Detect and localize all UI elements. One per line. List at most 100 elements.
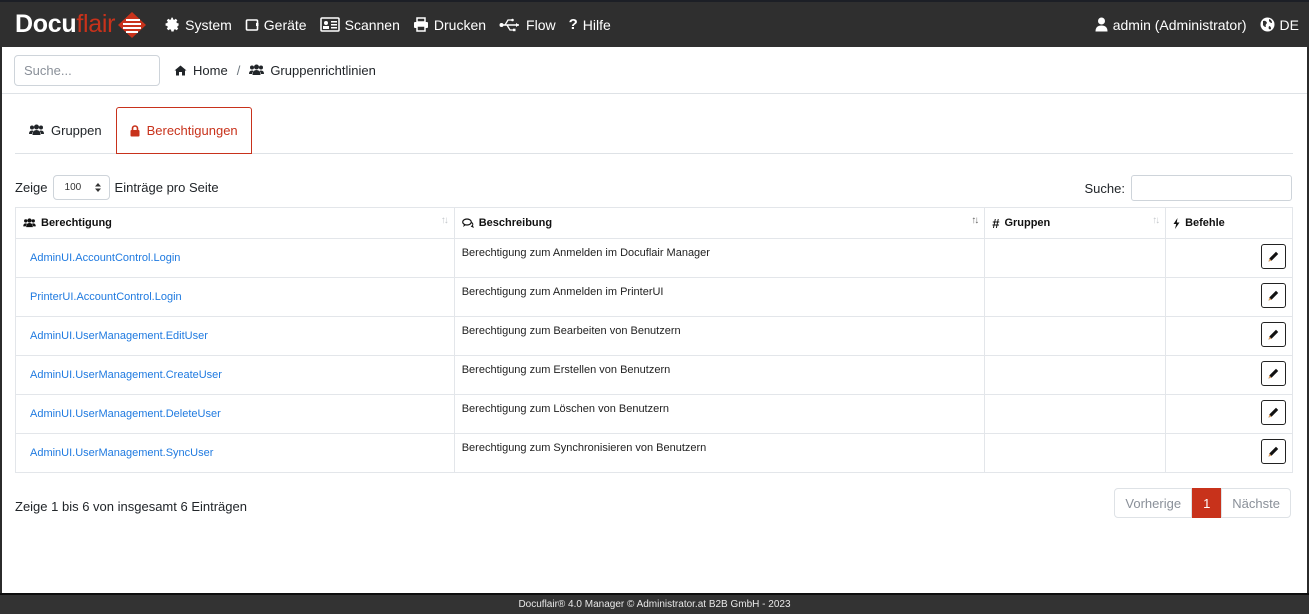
edit-button[interactable] bbox=[1261, 283, 1286, 308]
question-icon: ? bbox=[568, 16, 578, 33]
table-row: AdminUI.UserManagement.EditUser Berechti… bbox=[15, 316, 1293, 356]
column-header-description-label: Beschreibung bbox=[478, 217, 553, 229]
groups-cell bbox=[984, 316, 1167, 356]
sort-icon: ↑↓ bbox=[971, 215, 979, 226]
column-header-actions: Befehle bbox=[1165, 207, 1293, 239]
edit-button[interactable] bbox=[1261, 322, 1286, 347]
description-cell: Berechtigung zum Synchronisieren von Ben… bbox=[453, 433, 986, 473]
description-cell: Berechtigung zum Anmelden im PrinterUI bbox=[453, 277, 986, 317]
nav-help[interactable]: ? Hilfe bbox=[569, 16, 611, 33]
column-header-description[interactable]: Beschreibung ↑↓ bbox=[453, 207, 986, 239]
pencil-icon bbox=[1268, 251, 1279, 262]
pagination-page-1[interactable]: 1 bbox=[1192, 488, 1222, 518]
nav-devices[interactable]: Geräte bbox=[245, 17, 307, 33]
permission-cell: AdminUI.UserManagement.DeleteUser bbox=[15, 394, 455, 434]
tab-permissions-label: Berechtigungen bbox=[146, 123, 238, 138]
actions-cell bbox=[1165, 355, 1293, 395]
permissions-table: Berechtigung ↑↓ Beschreibung ↑↓ # Gruppe… bbox=[15, 207, 1293, 473]
permission-link[interactable]: AdminUI.UserManagement.CreateUser bbox=[30, 369, 222, 381]
tab-bar: Gruppen Berechtigungen bbox=[15, 107, 1293, 154]
actions-cell bbox=[1165, 238, 1293, 278]
users-icon bbox=[29, 124, 44, 135]
page-length-value: 100 bbox=[64, 182, 82, 193]
edit-button[interactable] bbox=[1261, 361, 1286, 386]
description-cell: Berechtigung zum Löschen von Benutzern bbox=[453, 394, 986, 434]
actions-cell bbox=[1165, 277, 1293, 317]
brand-logo[interactable]: Docu flair bbox=[15, 10, 147, 39]
gear-icon bbox=[165, 17, 179, 32]
user-menu[interactable]: admin (Administrator) bbox=[1095, 17, 1247, 33]
page-length-control: Zeige 100 Einträge pro Seite bbox=[15, 175, 219, 200]
global-search-input[interactable] bbox=[14, 54, 160, 86]
top-navbar: Docu flair System Geräte Scannen Drucken … bbox=[0, 0, 1309, 47]
docuflair-diamond-icon bbox=[118, 11, 147, 38]
breadcrumb-current: Gruppenrichtlinien bbox=[249, 63, 376, 78]
tab-groups[interactable]: Gruppen bbox=[15, 107, 116, 153]
permission-link[interactable]: AdminUI.UserManagement.DeleteUser bbox=[30, 408, 221, 420]
device-icon bbox=[245, 18, 259, 31]
printer-icon bbox=[413, 17, 428, 32]
main-panel: Home / Gruppenrichtlinien Gruppen Berech… bbox=[2, 47, 1307, 593]
column-header-actions-label: Befehle bbox=[1185, 217, 1225, 229]
hash-icon: # bbox=[992, 215, 1000, 231]
pencil-icon bbox=[1268, 290, 1279, 301]
column-header-permission[interactable]: Berechtigung ↑↓ bbox=[15, 207, 455, 239]
column-header-groups[interactable]: # Gruppen ↑↓ bbox=[984, 207, 1167, 239]
table-search-input[interactable] bbox=[1131, 175, 1292, 201]
pencil-icon bbox=[1268, 329, 1279, 340]
nav-system[interactable]: System bbox=[165, 17, 232, 33]
pencil-icon bbox=[1268, 407, 1279, 418]
permission-cell: AdminUI.UserManagement.CreateUser bbox=[15, 355, 455, 395]
brand-text-flair: flair bbox=[76, 10, 116, 38]
tab-permissions[interactable]: Berechtigungen bbox=[115, 107, 252, 154]
description-cell: Berechtigung zum Bearbeiten von Benutzer… bbox=[453, 316, 986, 356]
actions-cell bbox=[1165, 433, 1293, 473]
table-search-label: Suche: bbox=[1084, 180, 1125, 196]
page-length-select[interactable]: 100 bbox=[52, 175, 110, 200]
permission-link[interactable]: PrinterUI.AccountControl.Login bbox=[30, 291, 182, 303]
edit-button[interactable] bbox=[1261, 439, 1286, 464]
bolt-icon bbox=[1173, 217, 1180, 229]
permission-cell: AdminUI.UserManagement.SyncUser bbox=[15, 433, 455, 473]
column-header-permission-label: Berechtigung bbox=[41, 217, 112, 229]
permission-link[interactable]: AdminUI.UserManagement.SyncUser bbox=[30, 447, 213, 459]
footer-text: Docuflair® 4.0 Manager © Administrator.a… bbox=[518, 599, 791, 610]
permission-link[interactable]: AdminUI.UserManagement.EditUser bbox=[30, 330, 208, 342]
groups-cell bbox=[984, 355, 1167, 395]
permission-cell: AdminUI.AccountControl.Login bbox=[15, 238, 455, 278]
user-icon bbox=[1095, 17, 1108, 32]
select-arrows-icon bbox=[94, 183, 101, 192]
nav-scan[interactable]: Scannen bbox=[319, 17, 400, 33]
groups-cell bbox=[984, 238, 1167, 278]
pagination-previous[interactable]: Vorherige bbox=[1114, 488, 1193, 518]
pagination-next[interactable]: Nächste bbox=[1221, 488, 1291, 518]
table-info: Zeige 1 bis 6 von insgesamt 6 Einträgen bbox=[15, 499, 247, 514]
edit-button[interactable] bbox=[1261, 400, 1286, 425]
pencil-icon bbox=[1268, 368, 1279, 379]
tab-groups-label: Gruppen bbox=[51, 122, 102, 138]
table-row: AdminUI.UserManagement.SyncUser Berechti… bbox=[15, 433, 1293, 473]
table-row: AdminUI.AccountControl.Login Berechtigun… bbox=[15, 238, 1293, 278]
permission-link[interactable]: AdminUI.AccountControl.Login bbox=[30, 252, 180, 264]
brand-text-docu: Docu bbox=[15, 10, 77, 38]
nav-flow[interactable]: Flow bbox=[499, 17, 556, 33]
top-bar: Home / Gruppenrichtlinien bbox=[2, 47, 1307, 94]
column-header-groups-label: Gruppen bbox=[1004, 217, 1051, 229]
table-row: AdminUI.UserManagement.DeleteUser Berech… bbox=[15, 394, 1293, 434]
description-cell: Berechtigung zum Erstellen von Benutzern bbox=[453, 355, 986, 395]
nav-devices-label: Geräte bbox=[263, 16, 307, 33]
groups-cell bbox=[984, 433, 1167, 473]
language-selector[interactable]: DE bbox=[1260, 17, 1299, 33]
groups-cell bbox=[984, 277, 1167, 317]
breadcrumb-current-label: Gruppenrichtlinien bbox=[270, 62, 376, 78]
edit-button[interactable] bbox=[1261, 244, 1286, 269]
id-card-icon bbox=[319, 17, 340, 32]
pencil-icon bbox=[1268, 446, 1279, 457]
usb-icon bbox=[499, 18, 520, 31]
nav-help-label: Hilfe bbox=[582, 16, 611, 33]
breadcrumb-home[interactable]: Home bbox=[174, 63, 228, 78]
globe-icon bbox=[1260, 17, 1275, 32]
table-search: Suche: bbox=[1085, 175, 1292, 201]
user-name: admin (Administrator) bbox=[1112, 16, 1247, 33]
nav-print[interactable]: Drucken bbox=[413, 17, 486, 33]
